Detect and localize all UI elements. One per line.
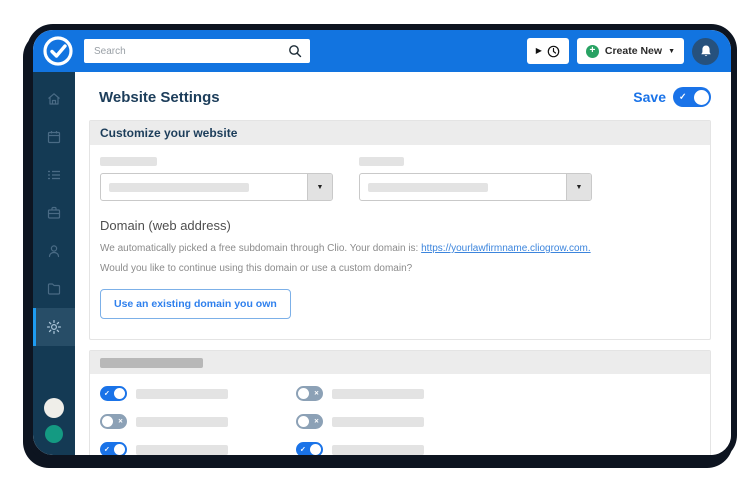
top-bar: ▶ + Create New ▼ [33, 30, 731, 72]
toggle-grid: ✓ ✕ ✓ ✕ [90, 374, 710, 455]
toggle-row: ✓ ✕ [100, 442, 296, 455]
page-title: Website Settings [99, 88, 220, 106]
status-dot[interactable] [45, 425, 63, 443]
notifications-button[interactable] [692, 37, 719, 65]
toggle-label-skeleton [136, 444, 228, 455]
cross-icon: ✕ [313, 418, 319, 425]
section-title-skeleton [100, 357, 203, 368]
toggle-label-skeleton [332, 444, 424, 455]
dropdown-select-2[interactable]: ▼ [359, 173, 592, 201]
list-icon [46, 167, 62, 183]
check-icon: ✓ [104, 390, 110, 397]
app-window: ▶ + Create New ▼ [27, 24, 737, 461]
domain-description-line2: Would you like to continue using this do… [100, 262, 413, 274]
gear-icon [46, 319, 62, 335]
person-icon [46, 243, 62, 259]
briefcase-icon [46, 205, 62, 221]
option-toggle-2[interactable]: ✓ ✕ [296, 386, 323, 401]
toggle-row: ✓ ✕ [296, 414, 700, 429]
save-label: Save [633, 89, 666, 105]
sidebar-item-matters[interactable] [33, 194, 75, 232]
save-toggle[interactable]: ✓ ✕ [673, 87, 711, 107]
toggle-label-skeleton [332, 388, 424, 399]
option-toggle-5[interactable]: ✓ ✕ [100, 442, 127, 455]
options-card: ✓ ✕ ✓ ✕ [89, 350, 711, 455]
option-toggle-1[interactable]: ✓ ✕ [100, 386, 127, 401]
topbar-actions: ▶ + Create New ▼ [526, 37, 719, 65]
use-existing-domain-button[interactable]: Use an existing domain you own [100, 289, 291, 319]
domain-heading: Domain (web address) [100, 218, 231, 233]
search-icon [288, 44, 302, 58]
search-box[interactable] [84, 39, 310, 63]
domain-description-line1: We automatically picked a free subdomain… [100, 243, 591, 254]
sidebar-item-documents[interactable] [33, 270, 75, 308]
select-group-1: ▼ [100, 157, 333, 201]
card-header [90, 351, 710, 374]
field-label-skeleton [100, 157, 157, 166]
check-icon: ✓ [104, 446, 110, 453]
calendar-icon [46, 129, 62, 145]
sidebar-item-calendar[interactable] [33, 118, 75, 156]
select-caret-icon[interactable]: ▼ [566, 174, 591, 200]
customize-website-card: Customize your website ▼ ▼ Domain (web a… [89, 120, 711, 340]
toggle-label-skeleton [136, 388, 228, 399]
play-icon: ▶ [535, 46, 542, 55]
toggle-row: ✓ ✕ [296, 442, 700, 455]
option-toggle-3[interactable]: ✓ ✕ [100, 414, 127, 429]
home-icon [46, 91, 62, 107]
clio-grow-logo-icon[interactable] [42, 35, 74, 67]
sidebar-item-contacts[interactable] [33, 232, 75, 270]
option-toggle-6[interactable]: ✓ ✕ [296, 442, 323, 455]
select-group-2: ▼ [359, 157, 592, 201]
select-value-skeleton [109, 182, 249, 192]
toggle-label-skeleton [136, 416, 228, 427]
select-value-skeleton [368, 182, 488, 192]
check-icon: ✓ [300, 446, 306, 453]
clock-icon [547, 45, 560, 58]
search-input[interactable] [92, 44, 288, 58]
sidebar-footer [33, 398, 75, 455]
toggle-row: ✓ ✕ [100, 386, 296, 401]
dropdown-select-1[interactable]: ▼ [100, 173, 333, 201]
plus-icon: + [585, 44, 599, 58]
chevron-down-icon: ▼ [668, 47, 675, 55]
folder-icon [46, 281, 62, 297]
card-header: Customize your website [90, 121, 710, 145]
sidebar-item-tasks[interactable] [33, 156, 75, 194]
create-new-label: Create New [604, 45, 663, 57]
section-title: Customize your website [100, 126, 238, 140]
field-label-skeleton [359, 157, 404, 166]
option-toggle-4[interactable]: ✓ ✕ [296, 414, 323, 429]
avatar[interactable] [44, 398, 64, 418]
save-control: Save ✓ ✕ [633, 87, 711, 107]
cross-icon: ✕ [117, 418, 123, 425]
cross-icon: ✕ [313, 390, 319, 397]
timer-button[interactable]: ▶ [526, 38, 569, 64]
sidebar-item-settings[interactable] [33, 308, 75, 346]
sidebar [33, 72, 75, 455]
toggle-label-skeleton [332, 416, 424, 427]
select-caret-icon[interactable]: ▼ [307, 174, 332, 200]
create-new-button[interactable]: + Create New ▼ [576, 38, 684, 64]
toggle-row: ✓ ✕ [296, 386, 700, 401]
sidebar-item-home[interactable] [33, 80, 75, 118]
toggle-row: ✓ ✕ [100, 414, 296, 429]
check-icon: ✓ [679, 91, 687, 102]
main-content: Website Settings Save ✓ ✕ Customize your… [75, 72, 731, 455]
bell-icon [699, 44, 713, 58]
subdomain-link[interactable]: https://yourlawfirmname.cliogrow.com. [421, 243, 591, 254]
